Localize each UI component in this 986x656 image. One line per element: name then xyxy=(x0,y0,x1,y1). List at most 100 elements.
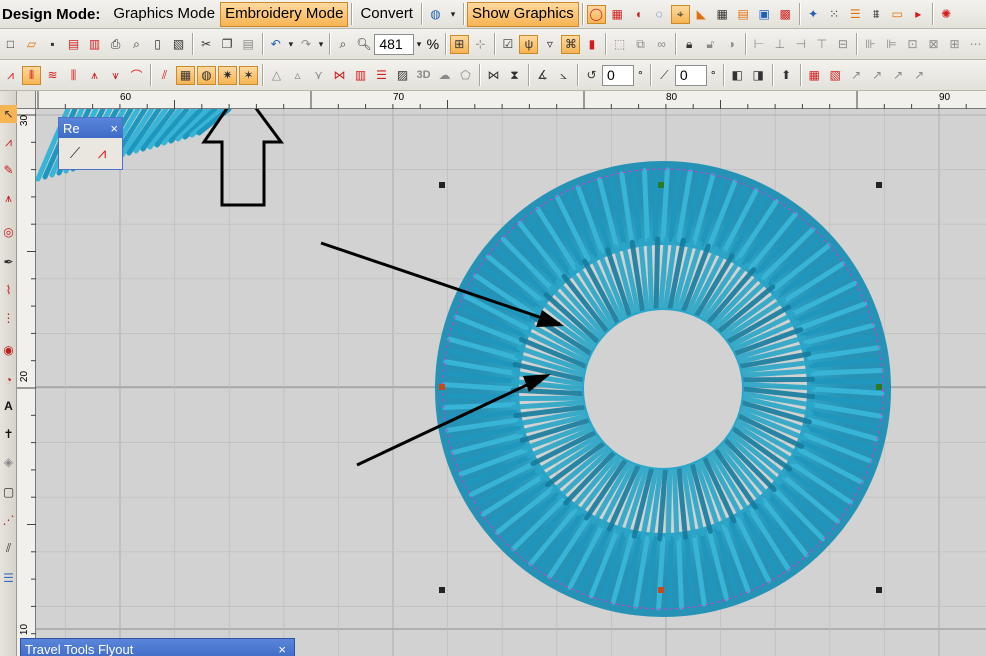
frame-tool-icon[interactable]: ▢ xyxy=(0,483,17,501)
slant-input[interactable]: 0 xyxy=(674,64,707,86)
flip-icon[interactable]: ⊞ xyxy=(945,35,964,54)
pencil-tool-icon[interactable]: ✎ xyxy=(0,161,17,179)
hanger-icon[interactable]: ⩩ xyxy=(867,5,886,24)
size-icon[interactable]: ⊠ xyxy=(924,35,943,54)
tools-icon[interactable]: ✦ xyxy=(804,5,823,24)
space-icon[interactable]: ⊡ xyxy=(903,35,922,54)
align-middle-icon[interactable]: ⊟ xyxy=(833,35,852,54)
convert-button[interactable]: Convert xyxy=(355,2,418,27)
stitch-player-icon[interactable]: ▮ xyxy=(582,35,601,54)
zoom-icon[interactable]: 🔍︎ xyxy=(354,35,373,54)
color-4-icon[interactable]: ↗ xyxy=(910,66,929,85)
magic-icon[interactable]: ✺ xyxy=(937,5,956,24)
ribbon-icon[interactable]: ⩛ xyxy=(106,66,125,85)
sequence-icon[interactable]: ▦ xyxy=(805,66,824,85)
mirror-v-icon[interactable]: ◨ xyxy=(749,66,768,85)
circle-tool-icon[interactable]: ◉ xyxy=(0,341,17,359)
rotate-input[interactable]: 0 xyxy=(602,64,634,86)
grid-icon[interactable]: ▦ xyxy=(713,5,732,24)
print-icon[interactable]: ⎙ xyxy=(106,35,125,54)
print-preview-icon[interactable]: ⌕ xyxy=(127,35,146,54)
distribute-h-icon[interactable]: ⊪ xyxy=(861,35,880,54)
stitch-angle-icon[interactable]: ⫽ xyxy=(155,66,174,85)
hoop-icon[interactable]: ψ xyxy=(519,34,539,54)
point-tool-icon[interactable]: ⋮ xyxy=(0,309,17,327)
hide-icon[interactable]: ◑ xyxy=(722,35,741,54)
close-icon[interactable]: × xyxy=(278,642,286,656)
reshape-node-icon[interactable]: ⟋ xyxy=(63,141,87,165)
lines-tool-icon[interactable]: ☰ xyxy=(0,569,17,587)
travel-tools-flyout[interactable]: Travel Tools Flyout × xyxy=(20,638,295,656)
text-tool-icon[interactable]: A xyxy=(0,397,17,415)
triangle-fill-icon[interactable]: △ xyxy=(267,66,286,85)
color-icon[interactable]: ▧ xyxy=(826,66,845,85)
chevron-down-icon[interactable]: ▾ xyxy=(316,34,325,55)
globe-icon[interactable]: ◍ xyxy=(426,5,445,24)
list-icon[interactable]: ☰ xyxy=(846,5,865,24)
distribute-v-icon[interactable]: ⊫ xyxy=(882,35,901,54)
arc-tool-icon[interactable]: ◔ xyxy=(0,371,17,389)
align-right-icon[interactable]: ⊣ xyxy=(791,35,810,54)
chevron-down-icon[interactable]: ▾ xyxy=(446,4,460,25)
cut-icon[interactable]: ✂ xyxy=(197,35,216,54)
bird-icon[interactable]: ▸ xyxy=(909,5,928,24)
node-edit-icon[interactable]: ⌖ xyxy=(670,4,690,24)
measure-icon[interactable]: ⦣ xyxy=(554,66,573,85)
export-icon[interactable]: ▤ xyxy=(64,35,83,54)
zoom-input[interactable]: 481 xyxy=(374,33,415,55)
more-icon[interactable]: ⋯ xyxy=(966,35,985,54)
columns-icon[interactable]: ⫼ xyxy=(64,66,83,85)
fit-icon[interactable]: ⊞ xyxy=(449,34,469,54)
image-icon[interactable]: ▣ xyxy=(755,5,774,24)
color-1-icon[interactable]: ↗ xyxy=(847,66,866,85)
node-icon[interactable]: ⌘ xyxy=(561,34,581,54)
hatch-icon[interactable]: ▥ xyxy=(351,66,370,85)
embroidery-mode-button[interactable]: Embroidery Mode xyxy=(220,1,349,27)
open-folder-icon[interactable]: ▱ xyxy=(22,35,41,54)
stripes-tool-icon[interactable]: ⫽ xyxy=(0,539,17,557)
gradient-icon[interactable]: ▨ xyxy=(393,66,412,85)
lock-icon[interactable]: 🔒︎ xyxy=(680,35,699,54)
shape-icon[interactable]: ⬠ xyxy=(456,66,475,85)
travel-tool-icon[interactable]: ⋰ xyxy=(0,511,17,529)
angle-icon[interactable]: ∡ xyxy=(533,66,552,85)
close-icon[interactable]: × xyxy=(110,121,118,136)
lines-icon[interactable]: ☰ xyxy=(372,66,391,85)
split-icon[interactable]: ⋈ xyxy=(484,66,503,85)
graphics-mode-button[interactable]: Graphics Mode xyxy=(108,2,220,27)
reshape-tool-icon[interactable]: ⩘ xyxy=(0,133,17,151)
star-fill-icon[interactable]: ✶ xyxy=(239,65,258,85)
lasso-icon[interactable]: ◌ xyxy=(650,5,669,24)
node-tool-icon[interactable]: ⌇ xyxy=(0,281,17,299)
copy-icon[interactable]: ❐ xyxy=(218,35,237,54)
reshape-stitch-icon[interactable]: ⩘ xyxy=(90,141,114,165)
checkbox-icon[interactable]: ☑ xyxy=(498,35,517,54)
redo-icon[interactable]: ↷ xyxy=(296,35,315,54)
ungroup-icon[interactable]: ⧉ xyxy=(631,35,650,54)
zoom-dropdown-icon[interactable]: ▾ xyxy=(414,34,423,55)
hourglass-icon[interactable]: ⧗ xyxy=(505,66,524,85)
import-icon[interactable]: ▥ xyxy=(85,35,104,54)
shape-tool-icon[interactable]: ◈ xyxy=(0,453,17,471)
new-file-icon[interactable]: □ xyxy=(1,35,20,54)
properties-icon[interactable]: ▧ xyxy=(169,35,188,54)
arc-icon[interactable]: ⌒ xyxy=(127,66,146,85)
pattern-icon[interactable]: ⩚ xyxy=(85,66,104,85)
stitch-fill-icon[interactable]: ▦ xyxy=(176,65,195,85)
zigzag-tool-icon[interactable]: ⩚ xyxy=(0,189,17,207)
zoom-box-icon[interactable]: ⌕ xyxy=(333,35,352,54)
paste-icon[interactable]: ▤ xyxy=(239,35,258,54)
page-icon[interactable]: ▯ xyxy=(148,35,167,54)
cloud-icon[interactable]: ☁ xyxy=(435,66,454,85)
align-left-icon[interactable]: ⊢ xyxy=(749,35,768,54)
leaf-icon[interactable]: ◖ xyxy=(629,5,648,24)
link-icon[interactable]: ∞ xyxy=(652,35,671,54)
rotate-icon[interactable]: ↺ xyxy=(582,66,601,85)
show-graphics-button[interactable]: Show Graphics xyxy=(466,1,579,27)
corner-icon[interactable]: ◣ xyxy=(692,5,711,24)
pen-tool-icon[interactable]: ✒ xyxy=(0,253,17,271)
slant-icon[interactable]: ⟋ xyxy=(655,66,674,85)
target-tool-icon[interactable]: ◎ xyxy=(0,223,17,241)
person-tool-icon[interactable]: ✝ xyxy=(0,425,17,443)
frame-icon[interactable]: ▭ xyxy=(888,5,907,24)
